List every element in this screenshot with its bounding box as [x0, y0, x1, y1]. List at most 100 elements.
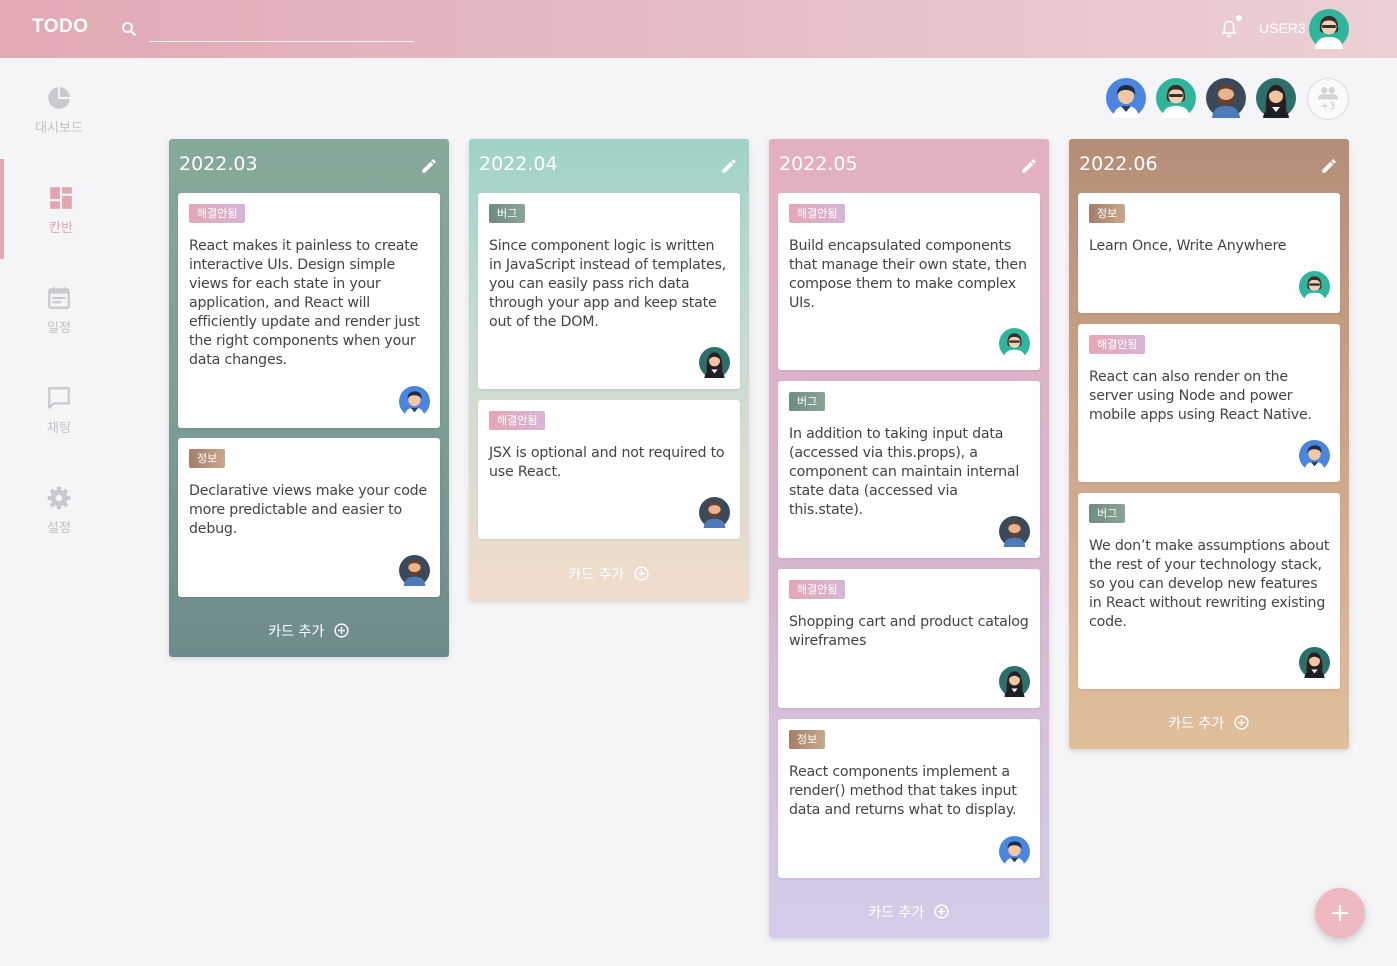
- sidebar-item-kanban[interactable]: 칸반: [0, 159, 118, 259]
- kanban-column: 2022.05 해결안됨 Build encapsulated componen…: [769, 139, 1049, 938]
- kanban-card[interactable]: 해결안됨 JSX is optional and not required to…: [478, 400, 740, 539]
- column-title: 2022.04: [479, 153, 558, 175]
- kanban-card[interactable]: 해결안됨 Shopping cart and product catalog w…: [778, 569, 1040, 708]
- column-title: 2022.05: [779, 153, 858, 175]
- card-text: Declarative views make your code more pr…: [189, 483, 428, 537]
- assignee-avatar[interactable]: [1299, 647, 1330, 678]
- search-icon[interactable]: [120, 20, 138, 38]
- sidebar-item-label: 채팅: [47, 421, 71, 436]
- add-circle-icon: [634, 566, 649, 581]
- sidebar-item-settings[interactable]: 설정: [0, 459, 118, 559]
- column-title: 2022.03: [179, 153, 258, 175]
- assignee-avatar[interactable]: [999, 836, 1030, 867]
- sidebar-item-label: 대시보드: [35, 121, 83, 136]
- kanban-card[interactable]: 해결안됨 React can also render on the server…: [1078, 324, 1340, 482]
- chat-icon: [48, 387, 70, 409]
- status-tag: 해결안됨: [1089, 335, 1146, 354]
- calendar-icon: [48, 287, 70, 309]
- card-text: Shopping cart and product catalog wirefr…: [789, 614, 1029, 649]
- add-card-button[interactable]: 카드 추가: [169, 621, 449, 641]
- more-members-button[interactable]: +3: [1307, 78, 1349, 120]
- assignee-avatar[interactable]: [1299, 271, 1330, 302]
- kanban-card[interactable]: 버그 We don’t make assumptions about the r…: [1078, 493, 1340, 689]
- edit-icon[interactable]: [720, 157, 738, 175]
- sidebar-item-chat[interactable]: 채팅: [0, 359, 118, 459]
- assignee-avatar[interactable]: [1299, 440, 1330, 471]
- kanban-column: 2022.06 정보 Learn Once, Write Anywhere 해결…: [1069, 139, 1349, 749]
- kanban-column: 2022.04 버그 Since component logic is writ…: [469, 139, 749, 600]
- status-tag: 정보: [1089, 204, 1126, 223]
- team-member-avatar[interactable]: [1256, 78, 1296, 118]
- sidebar-item-label: 칸반: [49, 221, 73, 236]
- kanban-card[interactable]: 버그 In addition to taking input data (acc…: [778, 381, 1040, 558]
- gear-icon: [47, 486, 71, 510]
- username[interactable]: USER3: [1259, 20, 1306, 36]
- add-card-label: 카드 추가: [868, 905, 925, 921]
- card-text: Since component logic is written in Java…: [489, 238, 727, 330]
- column-title: 2022.06: [1079, 153, 1158, 175]
- status-tag: 버그: [1089, 504, 1126, 523]
- pie-chart-icon: [48, 87, 70, 109]
- status-tag: 해결안됨: [789, 204, 846, 223]
- team-member-avatar[interactable]: [1206, 78, 1246, 118]
- plus-icon: [1332, 905, 1348, 921]
- assignee-avatar[interactable]: [999, 666, 1030, 697]
- edit-icon[interactable]: [420, 157, 438, 175]
- add-card-button[interactable]: 카드 추가: [469, 564, 749, 584]
- kanban-card[interactable]: 해결안됨 Build encapsulated components that …: [778, 193, 1040, 370]
- app-logo[interactable]: TODO: [32, 16, 89, 38]
- status-tag: 정보: [789, 730, 826, 749]
- kanban-card[interactable]: 해결안됨 React makes it painless to create i…: [178, 193, 440, 428]
- add-card-button[interactable]: 카드 추가: [1069, 713, 1349, 733]
- add-card-label: 카드 추가: [1168, 716, 1225, 732]
- add-circle-icon: [1234, 715, 1249, 730]
- kanban-card[interactable]: 정보 React components implement a render()…: [778, 719, 1040, 878]
- kanban-icon: [50, 187, 72, 209]
- status-tag: 버그: [489, 204, 526, 223]
- search-input[interactable]: [149, 14, 414, 42]
- card-text: React makes it painless to create intera…: [189, 238, 420, 368]
- more-members-count: +3: [1320, 101, 1336, 112]
- assignee-avatar[interactable]: [399, 386, 430, 417]
- status-tag: 정보: [189, 449, 226, 468]
- card-text: React can also render on the server usin…: [1089, 369, 1312, 423]
- sidebar-item-label: 일정: [47, 321, 71, 336]
- notification-dot: [1236, 15, 1242, 21]
- kanban-card[interactable]: 버그 Since component logic is written in J…: [478, 193, 740, 389]
- add-card-button[interactable]: 카드 추가: [769, 902, 1049, 922]
- assignee-avatar[interactable]: [999, 328, 1030, 359]
- add-card-label: 카드 추가: [268, 624, 325, 640]
- team-member-avatar[interactable]: [1156, 78, 1196, 118]
- kanban-card[interactable]: 정보 Declarative views make your code more…: [178, 438, 440, 597]
- assignee-avatar[interactable]: [699, 497, 730, 528]
- status-tag: 해결안됨: [189, 204, 246, 223]
- card-text: Build encapsulated components that manag…: [789, 238, 1027, 311]
- card-text: JSX is optional and not required to use …: [489, 445, 725, 480]
- team-member-avatar[interactable]: [1106, 78, 1146, 118]
- group-icon: [1317, 87, 1339, 100]
- kanban-card[interactable]: 정보 Learn Once, Write Anywhere: [1078, 193, 1340, 313]
- status-tag: 해결안됨: [789, 580, 846, 599]
- edit-icon[interactable]: [1020, 157, 1038, 175]
- add-circle-icon: [334, 623, 349, 638]
- add-circle-icon: [934, 904, 949, 919]
- sidebar-item-dashboard[interactable]: 대시보드: [0, 59, 118, 159]
- add-card-label: 카드 추가: [568, 567, 625, 583]
- sidebar-item-label: 설정: [47, 521, 71, 536]
- kanban-column: 2022.03 해결안됨 React makes it painless to …: [169, 139, 449, 657]
- assignee-avatar[interactable]: [399, 555, 430, 586]
- card-text: In addition to taking input data (access…: [789, 426, 1020, 518]
- sidebar-item-schedule[interactable]: 일정: [0, 259, 118, 359]
- assignee-avatar[interactable]: [699, 347, 730, 378]
- app-header: TODO USER3: [0, 0, 1397, 58]
- card-text: React components implement a render() me…: [789, 764, 1017, 818]
- status-tag: 버그: [789, 392, 826, 411]
- bell-icon[interactable]: [1219, 18, 1239, 40]
- user-avatar[interactable]: [1309, 9, 1349, 49]
- status-tag: 해결안됨: [489, 411, 546, 430]
- card-text: Learn Once, Write Anywhere: [1089, 238, 1287, 254]
- assignee-avatar[interactable]: [999, 516, 1030, 547]
- card-text: We don’t make assumptions about the rest…: [1089, 538, 1330, 630]
- add-fab-button[interactable]: [1315, 888, 1365, 938]
- edit-icon[interactable]: [1320, 157, 1338, 175]
